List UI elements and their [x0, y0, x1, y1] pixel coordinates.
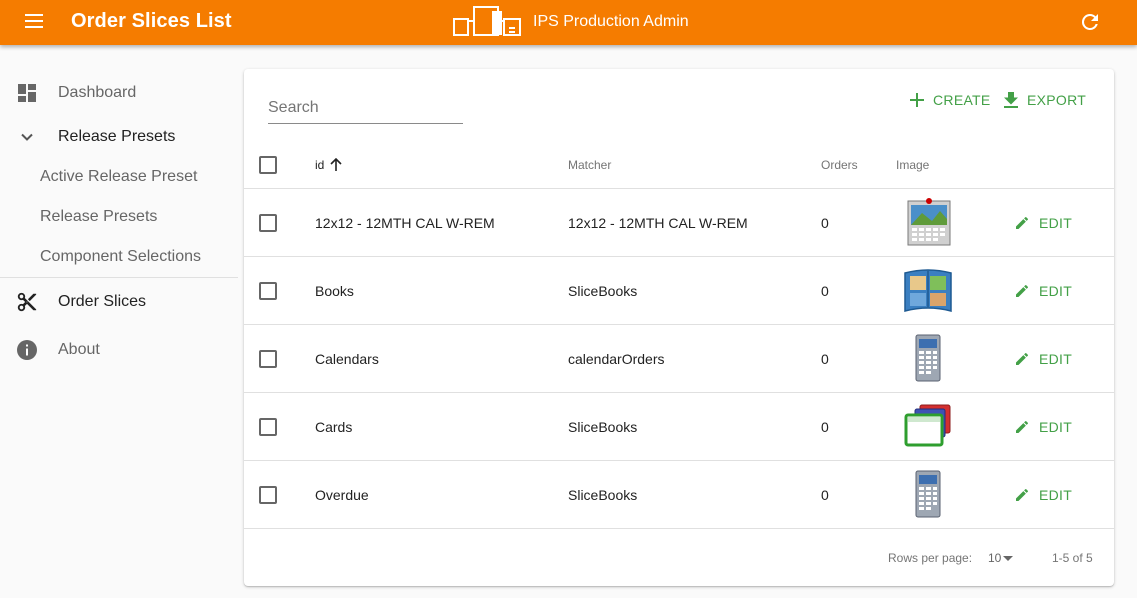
cell-orders: 0: [821, 419, 829, 435]
sidebar-item-component-selections[interactable]: Component Selections: [0, 237, 238, 277]
row-checkbox[interactable]: [259, 350, 277, 368]
cell-matcher: SliceBooks: [568, 419, 638, 435]
page-title: Order Slices List: [71, 10, 232, 32]
download-icon: [1004, 92, 1018, 108]
cell-matcher: SliceBooks: [568, 283, 638, 299]
cell-orders: 0: [821, 215, 829, 231]
list-card: CREATE EXPORT id Matcher Orders Image 12…: [244, 69, 1114, 586]
edit-label: EDIT: [1039, 351, 1073, 367]
sidebar-item-about[interactable]: About: [0, 330, 238, 370]
edit-label: EDIT: [1039, 283, 1073, 299]
cell-matcher: SliceBooks: [568, 487, 638, 503]
create-button[interactable]: CREATE: [910, 90, 991, 110]
sidebar-item-label: Order Slices: [58, 293, 147, 310]
edit-label: EDIT: [1039, 215, 1073, 231]
rows-per-page-select[interactable]: 10: [988, 551, 1014, 565]
cell-orders: 0: [821, 351, 829, 367]
edit-label: EDIT: [1039, 487, 1073, 503]
row-checkbox[interactable]: [259, 486, 277, 504]
column-header-label: Matcher: [568, 158, 612, 172]
desk-calendar-icon: [915, 470, 941, 518]
brand-logo-icon: [453, 6, 521, 36]
brand-name: IPS Production Admin: [533, 13, 689, 30]
edit-button[interactable]: EDIT: [1014, 485, 1072, 505]
sidebar-item-label: Component Selections: [40, 248, 201, 265]
search-field: [268, 95, 463, 124]
cell-id: Books: [315, 283, 354, 299]
edit-button[interactable]: EDIT: [1014, 213, 1072, 233]
info-icon: [16, 339, 38, 361]
export-label: EXPORT: [1027, 92, 1087, 108]
sidebar-item-label: Dashboard: [58, 84, 137, 101]
table-row[interactable]: Calendars calendarOrders 0 EDIT: [244, 325, 1114, 393]
rows-per-page-label: Rows per page:: [888, 551, 973, 565]
column-header-orders[interactable]: Orders: [821, 141, 858, 189]
row-checkbox[interactable]: [259, 418, 277, 436]
pencil-icon: [1016, 284, 1029, 297]
sidebar-item-release-presets-group[interactable]: Release Presets: [0, 117, 238, 157]
edit-button[interactable]: EDIT: [1014, 281, 1072, 301]
edit-label: EDIT: [1039, 419, 1073, 435]
cell-id: Calendars: [315, 351, 379, 367]
cell-orders: 0: [821, 283, 829, 299]
cell-id: Overdue: [315, 487, 369, 503]
chevron-down-icon: [16, 126, 38, 148]
table-header: id Matcher Orders Image: [244, 141, 1114, 189]
app-bar: Order Slices List IPS Production Admin: [0, 0, 1137, 45]
sidebar-item-label: Release Presets: [40, 208, 158, 225]
column-header-matcher[interactable]: Matcher: [568, 141, 611, 189]
photo-book-icon: [904, 269, 952, 312]
export-button[interactable]: EXPORT: [1004, 90, 1086, 110]
brand: IPS Production Admin: [452, 5, 689, 39]
table-row[interactable]: Overdue SliceBooks 0 EDIT: [244, 461, 1114, 529]
column-header-image: Image: [896, 141, 929, 189]
table-row[interactable]: Books SliceBooks 0 EDIT: [244, 257, 1114, 325]
cell-id: Cards: [315, 419, 353, 435]
pagination-range: 1-5 of 5: [1052, 551, 1093, 565]
pagination: Rows per page: 10 1-5 of 5: [244, 539, 1114, 577]
sidebar-item-label: Release Presets: [58, 128, 176, 145]
plus-icon: [910, 93, 924, 107]
sidebar-item-active-release-preset[interactable]: Active Release Preset: [0, 157, 238, 197]
pencil-icon: [1016, 488, 1029, 501]
column-header-id[interactable]: id: [315, 141, 343, 189]
caret-down-icon: [1003, 555, 1014, 561]
cell-orders: 0: [821, 487, 829, 503]
edit-button[interactable]: EDIT: [1014, 417, 1072, 437]
sidebar-item-dashboard[interactable]: Dashboard: [0, 73, 238, 113]
column-header-label: Orders: [821, 158, 858, 172]
sidebar-item-label: About: [58, 341, 100, 358]
desk-calendar-icon: [915, 334, 941, 382]
edit-button[interactable]: EDIT: [1014, 349, 1072, 369]
rows-per-page-value: 10: [988, 551, 1002, 565]
column-header-label: id: [315, 158, 325, 172]
cards-stack-icon: [904, 404, 951, 447]
row-checkbox[interactable]: [259, 282, 277, 300]
cell-id: 12x12 - 12MTH CAL W-REM: [315, 215, 495, 231]
pencil-icon: [1016, 352, 1029, 365]
create-label: CREATE: [933, 92, 991, 108]
row-checkbox[interactable]: [259, 214, 277, 232]
select-all-checkbox[interactable]: [259, 156, 277, 174]
pencil-icon: [1016, 216, 1029, 229]
scissors-icon: [16, 291, 38, 313]
search-input[interactable]: [268, 95, 463, 121]
cell-matcher: 12x12 - 12MTH CAL W-REM: [568, 215, 748, 231]
table-row[interactable]: 12x12 - 12MTH CAL W-REM 12x12 - 12MTH CA…: [244, 189, 1114, 257]
sidebar-item-release-presets[interactable]: Release Presets: [0, 197, 238, 237]
column-header-label: Image: [896, 158, 930, 172]
arrow-up-icon: [330, 158, 342, 171]
sidebar-item-label: Active Release Preset: [40, 168, 198, 185]
cell-matcher: calendarOrders: [568, 351, 665, 367]
refresh-icon[interactable]: [1078, 10, 1102, 34]
sidebar-item-order-slices[interactable]: Order Slices: [0, 282, 238, 322]
wall-calendar-icon: [907, 198, 951, 246]
pencil-icon: [1016, 420, 1029, 433]
dashboard-icon: [16, 82, 38, 104]
table-row[interactable]: Cards SliceBooks 0 EDIT: [244, 393, 1114, 461]
sidebar-divider: [0, 277, 238, 278]
menu-icon[interactable]: [24, 12, 46, 32]
